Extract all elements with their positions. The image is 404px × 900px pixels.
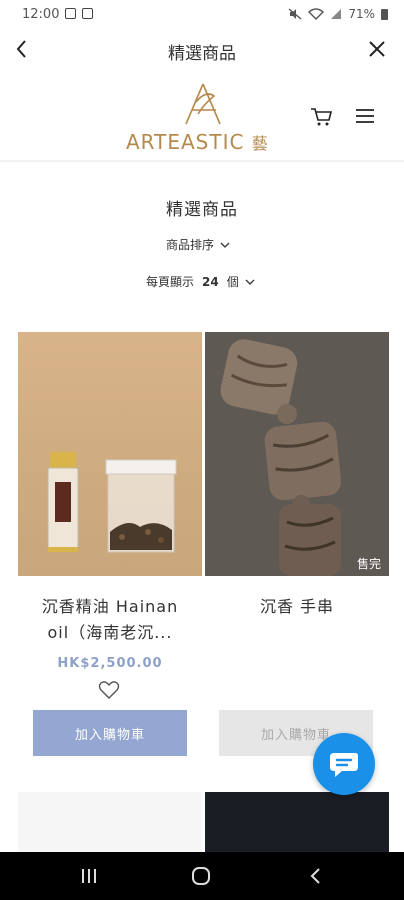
- product-name[interactable]: 沉香 手串: [205, 594, 389, 620]
- heart-icon[interactable]: [98, 680, 120, 700]
- per-page-dropdown[interactable]: 每頁顯示 24 個: [146, 273, 255, 290]
- back-icon[interactable]: [306, 866, 326, 886]
- bracelet-beads-illustration: [205, 332, 389, 576]
- mute-icon: [288, 8, 302, 20]
- sort-dropdown[interactable]: 商品排序: [166, 236, 230, 253]
- status-bar: 12:00 71%: [0, 0, 404, 32]
- close-icon[interactable]: [364, 36, 390, 62]
- status-right: 71%: [288, 7, 388, 21]
- cart-icon[interactable]: [308, 104, 334, 130]
- oil-bottle-jar-illustration: [47, 452, 177, 553]
- task-icon: [82, 8, 93, 19]
- product-price: HK$2,500.00: [57, 656, 163, 671]
- add-to-cart-button[interactable]: 加入購物車: [33, 710, 187, 756]
- product-name-line1: 沉香 手串: [259, 597, 335, 616]
- signal-icon: [331, 9, 342, 19]
- arteastic-logo[interactable]: ARTEASTIC 藝: [126, 80, 280, 154]
- recent-apps-icon[interactable]: [78, 866, 100, 886]
- status-time: 12:00: [22, 7, 60, 22]
- per-page-suffix: 個: [226, 275, 239, 289]
- site-header: ARTEASTIC 藝: [0, 72, 404, 162]
- notification-icons: [65, 8, 93, 19]
- product-name-line2: oil（海南老沉...: [47, 623, 173, 642]
- per-page-prefix: 每頁顯示: [146, 275, 195, 289]
- logo-wordmark: ARTEASTIC: [126, 130, 245, 154]
- gallery-icon: [65, 8, 76, 19]
- chevron-down-icon: [220, 242, 230, 248]
- product-card-partial[interactable]: [205, 792, 389, 852]
- system-nav-bar: [0, 852, 404, 900]
- battery-percent: 71%: [348, 7, 375, 21]
- product-card-partial[interactable]: [18, 792, 202, 852]
- logo-mark-icon: [185, 83, 221, 125]
- webview-header: 精選商品: [0, 32, 404, 70]
- product-image[interactable]: 售完: [205, 332, 389, 576]
- chat-bubble-icon: [330, 753, 358, 777]
- product-card[interactable]: 沉香精油 Hainan oil（海南老沉... HK$2,500.00 加入購物…: [18, 332, 202, 756]
- battery-icon: [381, 8, 388, 20]
- wifi-icon: [308, 8, 325, 20]
- sort-label: 商品排序: [166, 238, 215, 252]
- product-name[interactable]: 沉香精油 Hainan oil（海南老沉...: [18, 594, 202, 646]
- hamburger-menu-icon[interactable]: [354, 106, 376, 126]
- per-page-value: 24: [202, 274, 219, 289]
- sold-out-badge: 售完: [356, 557, 381, 571]
- product-name-line1: 沉香精油 Hainan: [41, 597, 179, 616]
- page-title: 精選商品: [166, 200, 238, 220]
- home-icon[interactable]: [190, 865, 212, 887]
- webview-title: 精選商品: [168, 44, 236, 64]
- chevron-down-icon: [245, 279, 255, 285]
- product-image[interactable]: [18, 332, 202, 576]
- chat-button[interactable]: [313, 733, 375, 795]
- product-card[interactable]: 售完 沉香 手串 加入購物車: [205, 332, 389, 756]
- logo-suffix: 藝: [251, 134, 269, 153]
